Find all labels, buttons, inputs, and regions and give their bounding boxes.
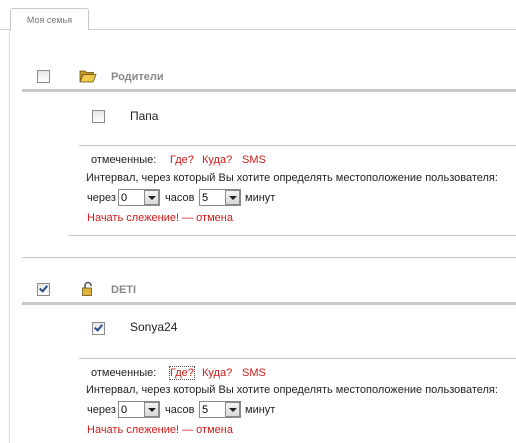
to-where-link[interactable]: Куда? bbox=[202, 367, 232, 379]
cancel-link[interactable]: отмена bbox=[196, 212, 233, 224]
dash-separator: — bbox=[182, 212, 194, 224]
dash-separator: — bbox=[182, 424, 194, 436]
interval-text: Интервал, через который Вы хотите опреде… bbox=[86, 172, 498, 184]
group-title-deti: DETI bbox=[111, 284, 137, 296]
to-where-link[interactable]: Куда? bbox=[202, 154, 232, 166]
group-checkbox-deti[interactable] bbox=[37, 283, 50, 296]
marked-label: отмеченные: bbox=[91, 154, 157, 166]
padlock-icon bbox=[82, 281, 92, 296]
tab-my-family[interactable]: Моя семья bbox=[10, 8, 89, 30]
start-tracking-link[interactable]: Начать слежение! bbox=[87, 424, 179, 436]
member-name-papa: Папа bbox=[130, 109, 159, 123]
hours-label: часов bbox=[165, 404, 195, 416]
divider bbox=[79, 358, 516, 359]
interval-text: Интервал, через который Вы хотите опреде… bbox=[86, 384, 498, 396]
group-rule bbox=[22, 302, 516, 305]
hours-select[interactable]: 0 bbox=[118, 189, 160, 206]
tab-underline bbox=[89, 29, 516, 30]
through-label: через bbox=[87, 404, 116, 416]
where-link[interactable]: Где? bbox=[170, 154, 194, 166]
hours-select[interactable]: 0 bbox=[118, 401, 160, 418]
cancel-link[interactable]: отмена bbox=[196, 424, 233, 436]
folder-open-icon bbox=[79, 70, 97, 83]
divider bbox=[22, 257, 516, 258]
minutes-label: минут bbox=[245, 404, 276, 416]
where-link[interactable]: Где? bbox=[169, 366, 195, 380]
member-checkbox-papa[interactable] bbox=[92, 110, 105, 123]
minutes-select[interactable]: 5 bbox=[199, 189, 241, 206]
divider bbox=[68, 235, 516, 236]
group-title-parents: Родители bbox=[111, 71, 164, 83]
sms-link[interactable]: SMS bbox=[242, 154, 266, 166]
divider bbox=[79, 145, 516, 146]
member-checkbox-sonya24[interactable] bbox=[92, 322, 105, 335]
minutes-select[interactable]: 5 bbox=[199, 401, 241, 418]
panel-left-border bbox=[9, 29, 10, 443]
group-rule bbox=[22, 89, 516, 92]
start-tracking-link[interactable]: Начать слежение! bbox=[87, 212, 179, 224]
hours-label: часов bbox=[165, 192, 195, 204]
member-name-sonya24: Sonya24 bbox=[130, 320, 178, 334]
sms-link[interactable]: SMS bbox=[242, 367, 266, 379]
through-label: через bbox=[87, 192, 116, 204]
minutes-label: минут bbox=[245, 192, 276, 204]
marked-label: отмеченные: bbox=[91, 367, 157, 379]
group-checkbox-parents[interactable] bbox=[37, 70, 50, 83]
